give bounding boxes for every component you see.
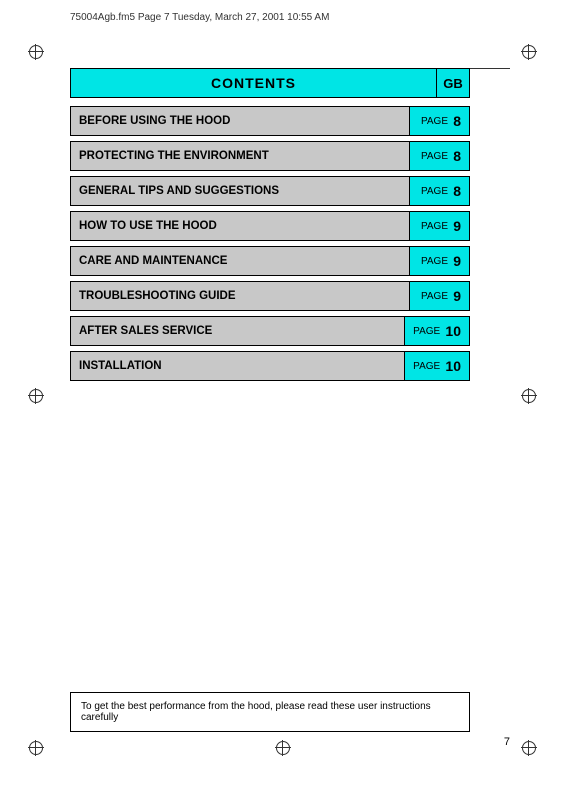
toc-label-6: AFTER SALES SERVICE	[71, 317, 404, 345]
gb-label: GB	[443, 76, 463, 91]
contents-title: CONTENTS	[211, 75, 296, 91]
cross-mark-mid-right	[521, 388, 537, 404]
cross-mark-bottom-mid	[275, 740, 291, 756]
contents-title-box: CONTENTS	[70, 68, 436, 98]
toc-row-0: BEFORE USING THE HOOD PAGE 8	[70, 106, 470, 136]
toc-label-3: HOW TO USE THE HOOD	[71, 212, 409, 240]
file-info: 75004Agb.fm5 Page 7 Tuesday, March 27, 2…	[70, 12, 329, 23]
bottom-note: To get the best performance from the hoo…	[70, 692, 470, 732]
toc-page-6: PAGE 10	[404, 317, 469, 345]
cross-mark-bottom-right	[521, 740, 537, 756]
toc-label-2: GENERAL TIPS AND SUGGESTIONS	[71, 177, 409, 205]
contents-gb-box: GB	[436, 68, 470, 98]
toc-label-5: TROUBLESHOOTING GUIDE	[71, 282, 409, 310]
toc-page-3: PAGE 9	[409, 212, 469, 240]
cross-mark-mid-left	[28, 388, 44, 404]
page-word-0: PAGE	[421, 116, 448, 127]
page-word-4: PAGE	[421, 256, 448, 267]
toc-label-4: CARE AND MAINTENANCE	[71, 247, 409, 275]
page-number: 7	[504, 736, 510, 748]
page-container: 75004Agb.fm5 Page 7 Tuesday, March 27, 2…	[0, 0, 565, 800]
cross-mark-top-left	[28, 44, 44, 60]
page-word-5: PAGE	[421, 291, 448, 302]
page-word-7: PAGE	[413, 361, 440, 372]
page-word-6: PAGE	[413, 326, 440, 337]
toc-label-1: PROTECTING THE ENVIRONMENT	[71, 142, 409, 170]
page-num-6: 10	[445, 323, 461, 339]
toc-label-7: INSTALLATION	[71, 352, 404, 380]
cross-mark-bottom-left	[28, 740, 44, 756]
cross-mark-top-right	[521, 44, 537, 60]
toc-row-1: PROTECTING THE ENVIRONMENT PAGE 8	[70, 141, 470, 171]
toc-page-1: PAGE 8	[409, 142, 469, 170]
page-num-3: 9	[453, 218, 461, 234]
toc-page-5: PAGE 9	[409, 282, 469, 310]
contents-header: CONTENTS GB	[70, 68, 470, 98]
toc-row-6: AFTER SALES SERVICE PAGE 10	[70, 316, 470, 346]
page-num-0: 8	[453, 113, 461, 129]
toc-row-7: INSTALLATION PAGE 10	[70, 351, 470, 381]
toc-row-5: TROUBLESHOOTING GUIDE PAGE 9	[70, 281, 470, 311]
page-word-2: PAGE	[421, 186, 448, 197]
page-num-7: 10	[445, 358, 461, 374]
toc-page-7: PAGE 10	[404, 352, 469, 380]
toc-row-4: CARE AND MAINTENANCE PAGE 9	[70, 246, 470, 276]
toc-page-2: PAGE 8	[409, 177, 469, 205]
page-num-4: 9	[453, 253, 461, 269]
toc-page-0: PAGE 8	[409, 107, 469, 135]
page-num-1: 8	[453, 148, 461, 164]
toc-row-3: HOW TO USE THE HOOD PAGE 9	[70, 211, 470, 241]
page-num-2: 8	[453, 183, 461, 199]
page-word-1: PAGE	[421, 151, 448, 162]
page-num-5: 9	[453, 288, 461, 304]
toc-label-0: BEFORE USING THE HOOD	[71, 107, 409, 135]
page-word-3: PAGE	[421, 221, 448, 232]
main-content: CONTENTS GB BEFORE USING THE HOOD PAGE 8…	[70, 68, 470, 386]
toc-row-2: GENERAL TIPS AND SUGGESTIONS PAGE 8	[70, 176, 470, 206]
toc-page-4: PAGE 9	[409, 247, 469, 275]
